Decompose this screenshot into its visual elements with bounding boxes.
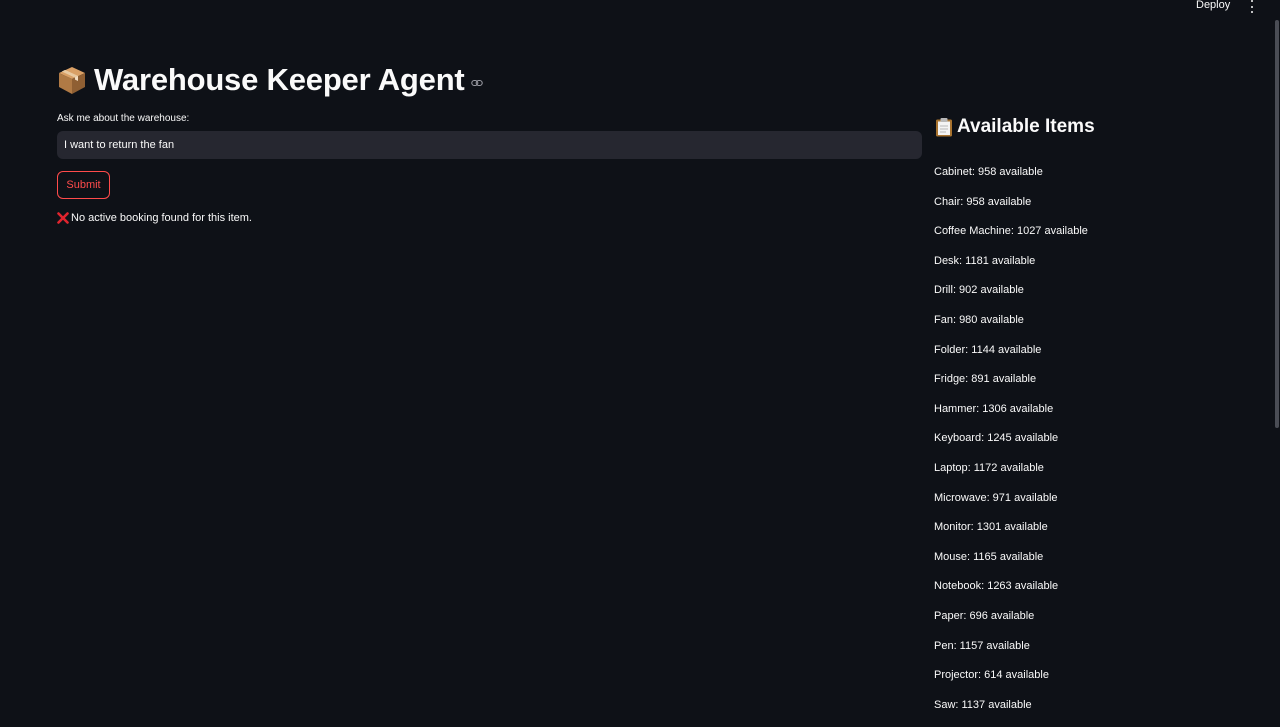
submit-button[interactable]: Submit xyxy=(57,171,110,199)
list-item: Mouse: 1165 available xyxy=(934,550,1044,563)
package-box-icon xyxy=(59,67,85,94)
list-item: Cabinet: 958 available xyxy=(934,166,1043,178)
list-item: Projector: 614 available xyxy=(934,669,1049,682)
list-item: Monitor: 1301 available xyxy=(934,521,1048,534)
list-item: Chair: 958 available xyxy=(934,195,1032,208)
question-input[interactable] xyxy=(57,131,922,159)
list-item: Saw: 1137 available xyxy=(934,698,1032,711)
list-item: Fridge: 891 available xyxy=(934,373,1037,386)
available-items-title: Available Items xyxy=(957,116,1095,137)
list-item: Folder: 1144 available xyxy=(934,343,1042,356)
link-icon[interactable] xyxy=(470,77,483,89)
list-item: Pen: 1157 available xyxy=(934,639,1030,652)
list-item: Microwave: 971 available xyxy=(934,491,1058,504)
list-item: Paper: 696 available xyxy=(934,609,1035,622)
list-item: Drill: 902 available xyxy=(934,284,1024,297)
available-items-list: Cabinet: 958 available Chair: 958 availa… xyxy=(934,165,1088,727)
page-title-row: Warehouse Keeper Agent xyxy=(56,62,483,98)
list-item: Hammer: 1306 available xyxy=(934,402,1054,415)
error-message: No active booking found for this item. xyxy=(57,212,252,224)
error-text: No active booking found for this item. xyxy=(71,212,252,224)
scrollbar[interactable] xyxy=(1275,20,1279,428)
available-items-heading: Available Items xyxy=(934,116,1095,138)
cross-mark-icon xyxy=(57,212,69,224)
list-item: Keyboard: 1245 available xyxy=(934,432,1059,445)
question-input-label: Ask me about the warehouse: xyxy=(57,113,190,124)
page-title: Warehouse Keeper Agent xyxy=(94,62,465,97)
list-item: Laptop: 1172 available xyxy=(934,461,1044,474)
top-bar: Deploy xyxy=(0,0,1280,14)
list-item: Notebook: 1263 available xyxy=(934,580,1059,593)
list-item: Fan: 980 available xyxy=(934,313,1024,326)
clipboard-icon xyxy=(936,118,952,137)
list-item: Desk: 1181 available xyxy=(934,254,1036,267)
deploy-button[interactable]: Deploy xyxy=(1196,0,1230,11)
list-item: Coffee Machine: 1027 available xyxy=(934,225,1088,238)
kebab-menu-icon[interactable] xyxy=(1247,0,1257,13)
